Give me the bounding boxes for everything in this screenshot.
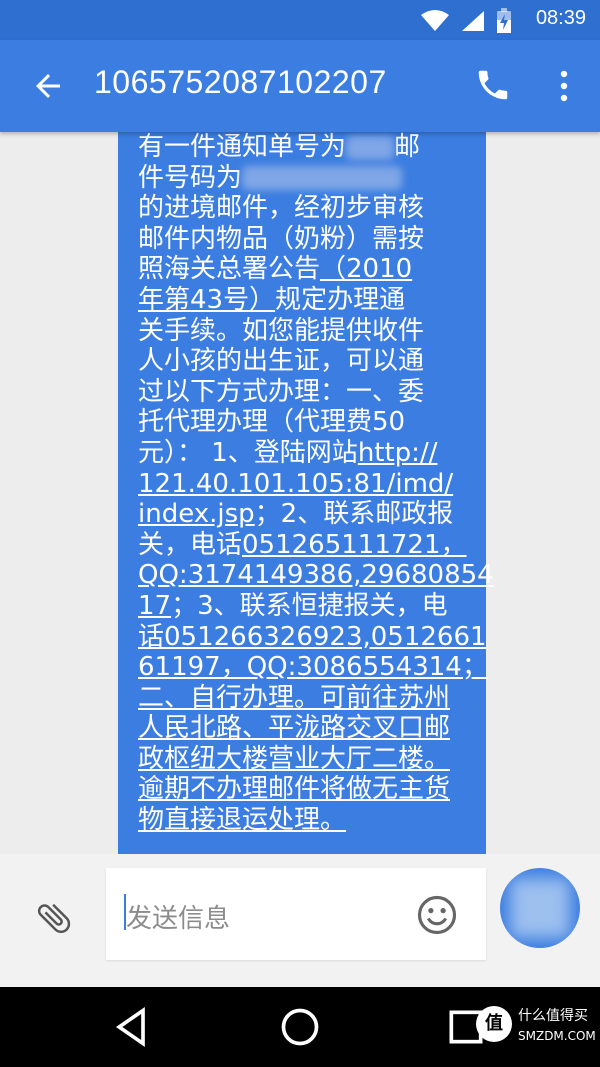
message-line: 二、自行办理。可前往苏州 [138,683,468,714]
emoji-icon[interactable] [416,894,458,936]
message-link[interactable]: index.jsp [138,499,255,529]
message-segment: 件号码为 [138,162,243,193]
message-segment: 邮件内物品（奶粉）需按 [138,223,425,254]
message-line: index.jsp；2、联系邮政报 [138,499,468,530]
more-vert-icon[interactable] [552,66,576,106]
wifi-icon [421,10,449,31]
message-line: 的进境邮件，经初步审核 [138,193,468,224]
message-link[interactable]: 051265111721， [242,530,467,560]
message-list[interactable]: 有一件通知单号为 邮件号码为 的进境邮件，经初步审核 邮件内物品（奶粉）需按 照海关总署… [0,132,600,854]
back-triangle-icon[interactable] [110,1005,154,1049]
message-line: 年第43号）规定办理通 [138,285,468,316]
home-circle-icon[interactable] [278,1005,322,1049]
signal-icon [462,11,484,31]
redacted-number [346,135,395,160]
phone-icon[interactable] [474,66,512,104]
message-line: 物直接退运处理。 [138,805,468,836]
message-line: 件号码为 [138,163,468,194]
status-time: 08:39 [535,7,586,29]
message-line: 人小孩的出生证，可以通 [138,346,468,377]
message-line: 61197，QQ:3086554314； [138,652,488,683]
message-link[interactable]: 17 [138,591,171,621]
message-input-placeholder: 发送信息 [126,904,231,934]
message-link[interactable]: 逾期不办理邮件将做无主货 [138,774,450,804]
battery-charging-icon [497,8,511,33]
message-segment: 托代理办理（代理费50 [138,407,406,438]
attach-icon[interactable] [34,898,74,938]
app-bar: 1065752087102207 [0,40,600,132]
avatar-image [510,878,570,938]
message-line: 有一件通知单号为 邮 [138,132,468,163]
status-bar: 08:39 [0,0,600,40]
message-segment: 关，电话 [138,529,243,560]
message-line: QQ:3174149386,29680854 [138,560,494,591]
message-line: 托代理办理（代理费50 [138,407,468,438]
message-line: 逾期不办理邮件将做无主货 [138,774,468,805]
message-link[interactable]: 话051266326923,0512661 [138,622,487,652]
back-arrow-icon[interactable] [30,68,66,104]
message-segment: 关手续。如您能提供收件 [138,315,425,346]
message-segment: 有一件通知单号为 [138,132,347,162]
redacted-number [242,166,403,191]
message-line: 17；3、联系恒捷报关，电 [138,591,468,622]
message-line: 关，电话051265111721， [138,530,468,561]
message-link[interactable]: 年第43号） [138,285,275,315]
message-line: 人民北路、平泷路交叉口邮 [138,713,468,744]
message-line: 话051266326923,0512661 [138,622,487,653]
message-segment: 过以下方式办理：一、委 [138,376,425,407]
message-link[interactable]: 政枢纽大楼营业大厅二楼。 [138,744,450,774]
message-line: 121.40.101.105:81/imd/ [138,469,468,500]
message-link[interactable]: 61197，QQ:3086554314； [138,652,488,682]
message-link[interactable]: http:// [358,438,438,468]
message-link[interactable]: QQ:3174149386,29680854 [138,560,494,590]
watermark-line2: SMZDM.COM [518,1029,596,1043]
status-icons [420,8,512,34]
message-segment: 元）： 1、登陆网站 [138,437,358,468]
message-segment: ；3、联系恒捷报关，电 [171,590,448,621]
avatar[interactable] [500,868,580,948]
message-segment: 规定办理通 [275,284,406,315]
message-segment: 的进境邮件，经初步审核 [138,193,425,224]
message-link[interactable]: 物直接退运处理。 [138,805,346,835]
conversation-title: 1065752087102207 [94,64,387,100]
watermark-logo: 值 [476,1006,512,1042]
message-link[interactable]: 人民北路、平泷路交叉口邮 [138,713,450,743]
message-link[interactable]: （2010 [320,254,412,284]
message-segment: 人小孩的出生证，可以通 [138,346,425,377]
message-line: 邮件内物品（奶粉）需按 [138,224,468,255]
message-link[interactable]: 121.40.101.105:81/imd/ [138,469,453,499]
message-line: 政枢纽大楼营业大厅二楼。 [138,744,468,775]
composer: 发送信息 [0,854,600,987]
message-line: 照海关总署公告（2010 [138,254,468,285]
watermark-line1: 什么值得买 [518,1008,588,1024]
message-line: 元）： 1、登陆网站http:// [138,438,468,469]
message-bubble[interactable]: 有一件通知单号为 邮件号码为 的进境邮件，经初步审核 邮件内物品（奶粉）需按 照海关总署… [118,132,494,854]
message-segment: ；2、联系邮政报 [254,499,454,530]
message-line: 关手续。如您能提供收件 [138,316,468,347]
message-line: 过以下方式办理：一、委 [138,377,468,408]
message-text: 有一件通知单号为 邮件号码为 的进境邮件，经初步审核 邮件内物品（奶粉）需按 照海关总署… [138,132,494,836]
message-link[interactable]: 二、自行办理。可前往苏州 [138,683,450,713]
message-segment: 照海关总署公告 [138,254,321,285]
message-segment: 邮 [394,132,421,162]
